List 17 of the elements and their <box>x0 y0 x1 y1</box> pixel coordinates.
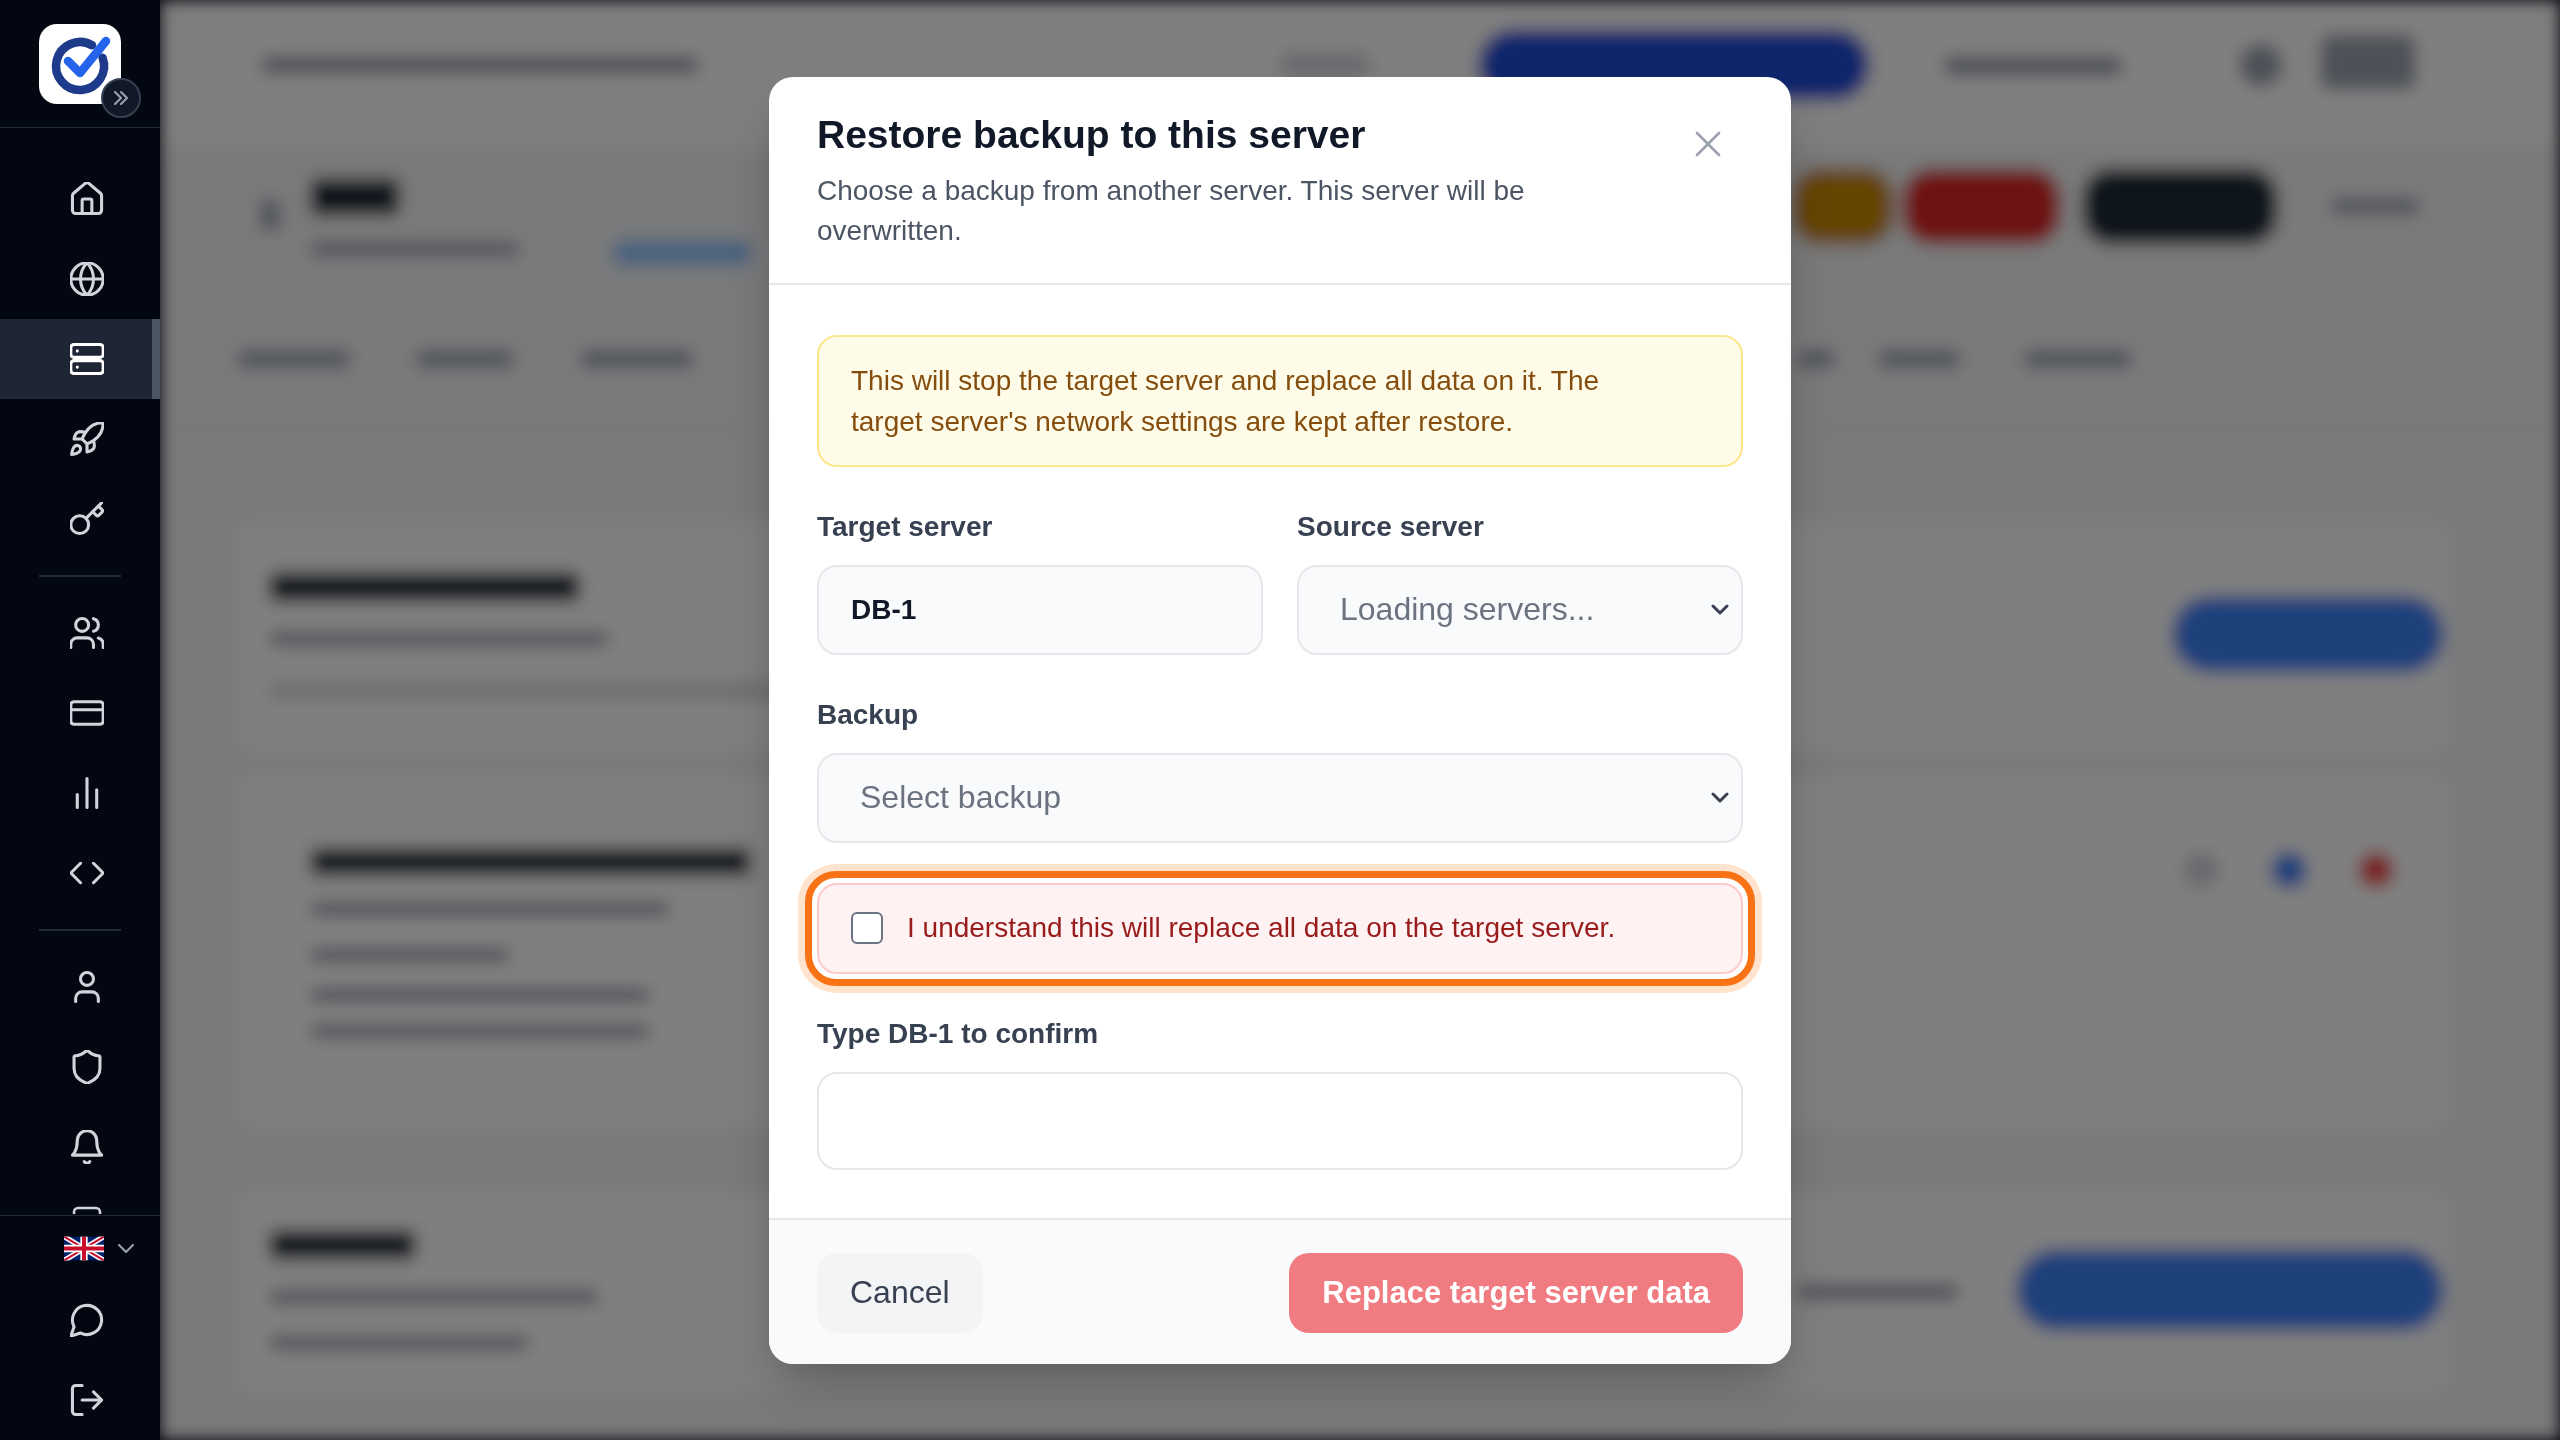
chevron-down-icon <box>118 1243 134 1253</box>
key-icon <box>70 502 104 536</box>
logo-icon <box>39 24 121 104</box>
chat-bubble-icon <box>70 1303 104 1337</box>
server-icon <box>70 342 104 376</box>
flag-icon <box>64 1235 104 1261</box>
bell-icon <box>70 1130 104 1164</box>
users-icon <box>70 616 104 650</box>
server-nav-item[interactable] <box>0 319 160 399</box>
globe-icon <box>70 262 104 296</box>
cut-off-icon <box>72 1206 102 1214</box>
rocket-icon <box>70 422 104 456</box>
expand-sidebar-button[interactable] <box>101 78 141 118</box>
shield-icon <box>70 1050 104 1084</box>
logout-icon <box>70 1383 104 1417</box>
double-chevron-right-icon <box>113 91 129 105</box>
home-icon <box>70 182 104 216</box>
